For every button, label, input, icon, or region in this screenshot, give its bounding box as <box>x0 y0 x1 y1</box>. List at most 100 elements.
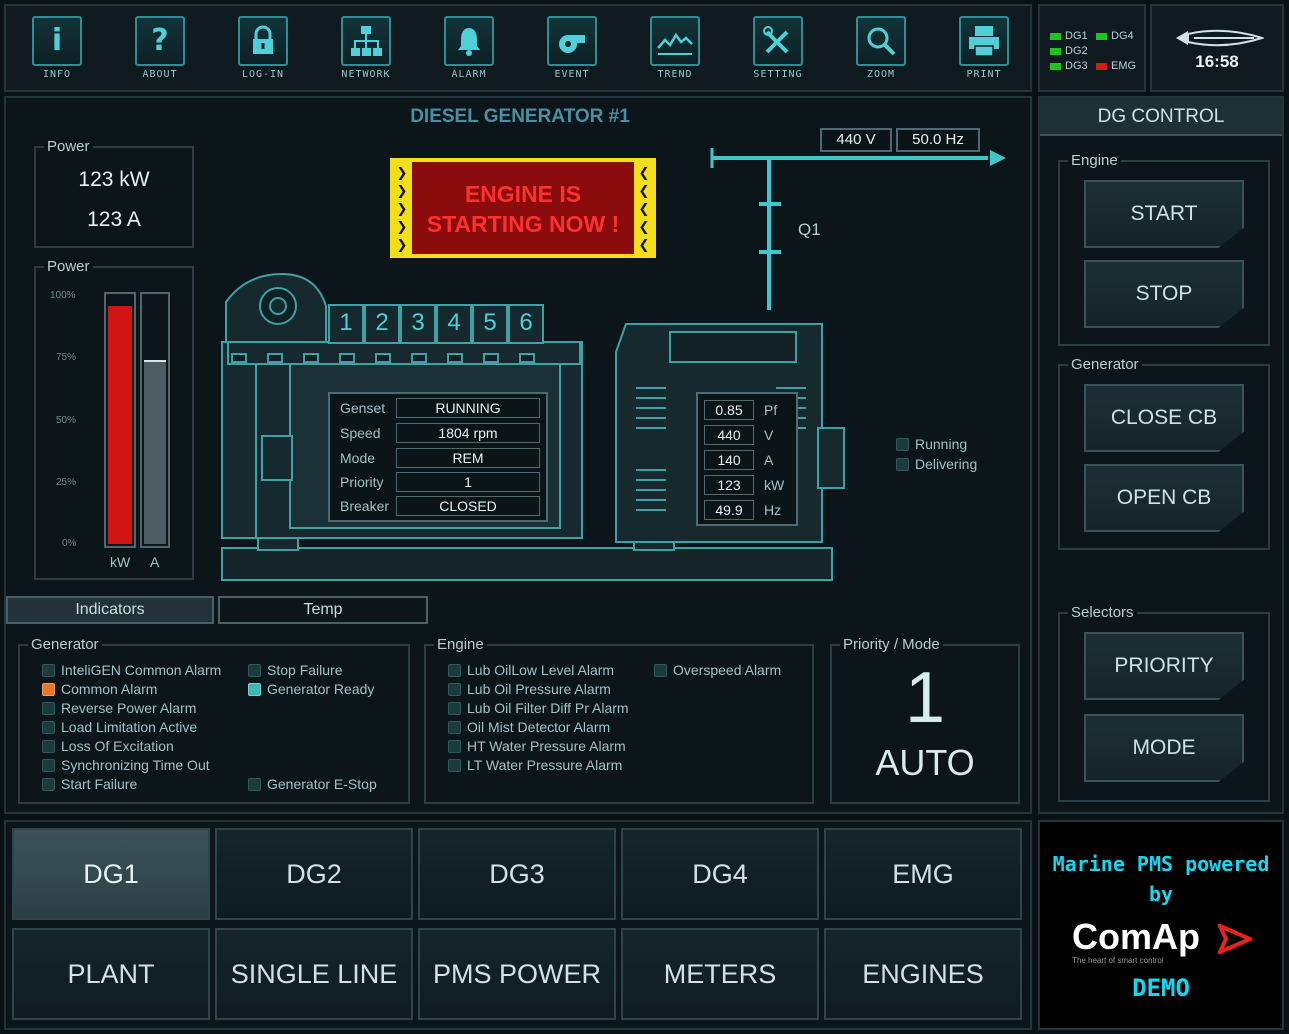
indicator-led-icon <box>248 663 261 677</box>
genset-value: RUNNING <box>396 398 540 418</box>
speed-label: Speed <box>340 425 381 441</box>
zoom-icon <box>856 16 906 66</box>
alarm-label: ALARM <box>451 69 487 80</box>
mode-value: REM <box>396 448 540 468</box>
close-cb-button[interactable]: CLOSE CB <box>1084 384 1244 452</box>
nav-pms-power[interactable]: PMS POWER <box>418 928 616 1020</box>
mode-button[interactable]: MODE <box>1084 714 1244 782</box>
engine-control-label: Engine <box>1068 152 1121 169</box>
nav-dg2[interactable]: DG2 <box>215 828 413 920</box>
generator-main-panel: DIESEL GENERATOR #1 Power 123 kW 123 A P… <box>4 96 1032 814</box>
indicator-item: Common Alarm <box>42 681 157 697</box>
selectors-group: Selectors PRIORITY MODE <box>1058 604 1270 802</box>
indicator-led-icon <box>42 720 55 734</box>
info-label: INFO <box>42 69 72 80</box>
trend-icon <box>650 16 700 66</box>
dg3-led-icon <box>1050 62 1061 70</box>
navigation-panel: DG1 DG2 DG3 DG4 EMG PLANT SINGLE LINE PM… <box>4 820 1032 1030</box>
network-button[interactable]: NETWORK <box>331 16 401 90</box>
setting-label: SETTING <box>753 69 803 80</box>
stop-button[interactable]: STOP <box>1084 260 1244 328</box>
event-button[interactable]: EVENT <box>537 16 607 90</box>
alarm-button[interactable]: ALARM <box>434 16 504 90</box>
running-led-icon <box>896 437 909 451</box>
indicator-item: Stop Failure <box>248 662 342 678</box>
nav-plant[interactable]: PLANT <box>12 928 210 1020</box>
nav-single-line[interactable]: SINGLE LINE <box>215 928 413 1020</box>
indicator-item: Synchronizing Time Out <box>42 757 210 773</box>
status-dg1: DG1 <box>1050 30 1088 42</box>
indicator-led-icon <box>448 682 461 696</box>
status-emg: EMG <box>1096 60 1136 72</box>
priority-mode-box: Priority / Mode 1 AUTO <box>830 636 1020 804</box>
clock-time: 16:58 <box>1195 52 1239 71</box>
whistle-icon <box>547 16 597 66</box>
status-dg2: DG2 <box>1050 45 1088 57</box>
indicator-item: Lub Oil Pressure Alarm <box>448 681 611 697</box>
breaker-label: Breaker <box>340 498 390 514</box>
engine-indicators-label: Engine <box>434 636 487 653</box>
dg-control-panel: DG CONTROL Engine START STOP Generator C… <box>1038 96 1284 814</box>
event-label: EVENT <box>554 69 590 80</box>
cylinder-3: 3 <box>400 304 436 344</box>
indicator-led-icon <box>42 682 55 696</box>
indicator-led-icon <box>42 777 55 791</box>
generator-indicators-label: Generator <box>28 636 102 653</box>
nav-meters[interactable]: METERS <box>621 928 819 1020</box>
print-label: PRINT <box>966 69 1002 80</box>
tab-indicators[interactable]: Indicators <box>6 596 214 624</box>
indicator-item: Generator E-Stop <box>248 776 377 792</box>
indicator-led-icon <box>42 701 55 715</box>
priority-mode-label: Priority / Mode <box>840 636 943 653</box>
selectors-label: Selectors <box>1068 604 1137 621</box>
nav-engines[interactable]: ENGINES <box>824 928 1022 1020</box>
breaker-value: CLOSED <box>396 496 540 516</box>
tab-temp[interactable]: Temp <box>218 596 428 624</box>
speed-value: 1804 rpm <box>396 423 540 443</box>
nav-emg[interactable]: EMG <box>824 828 1022 920</box>
info-button[interactable]: i INFO <box>22 16 92 90</box>
print-button[interactable]: PRINT <box>949 16 1019 90</box>
mode-value-display: AUTO <box>875 742 975 783</box>
cylinder-5: 5 <box>472 304 508 344</box>
nav-dg3[interactable]: DG3 <box>418 828 616 920</box>
tools-icon <box>753 16 803 66</box>
setting-button[interactable]: SETTING <box>743 16 813 90</box>
indicator-item: Loss Of Excitation <box>42 738 174 754</box>
nav-dg4[interactable]: DG4 <box>621 828 819 920</box>
indicator-led-icon <box>654 663 667 677</box>
status-dg4: DG4 <box>1096 30 1134 42</box>
demo-label: DEMO <box>1132 974 1190 1002</box>
current-unit: A <box>764 452 774 468</box>
engine-indicators: Engine Lub OilLow Level Alarm Lub Oil Pr… <box>424 636 814 804</box>
voltage-unit: V <box>764 427 774 443</box>
priority-button[interactable]: PRIORITY <box>1084 632 1244 700</box>
indicator-led-icon <box>42 739 55 753</box>
zoom-button[interactable]: ZOOM <box>846 16 916 90</box>
login-button[interactable]: LOG-IN <box>228 16 298 90</box>
emg-led-icon <box>1096 62 1107 70</box>
dg-status-panel: DG1 DG4 DG2 DG3 EMG <box>1038 4 1146 92</box>
network-label: NETWORK <box>341 69 391 80</box>
dg-control-title: DG CONTROL <box>1040 98 1282 136</box>
about-button[interactable]: ? ABOUT <box>125 16 195 90</box>
genset-info-table: Genset RUNNING Speed 1804 rpm Mode REM P… <box>328 392 548 522</box>
engine-control-group: Engine START STOP <box>1058 152 1270 346</box>
cylinder-4: 4 <box>436 304 472 344</box>
dg4-led-icon <box>1096 32 1107 40</box>
info-icon: i <box>32 16 82 66</box>
indicator-led-icon <box>42 663 55 677</box>
pf-value: 0.85 <box>704 400 754 420</box>
generator-indicators: Generator InteliGEN Common Alarm Common … <box>18 636 410 804</box>
pf-unit: Pf <box>764 402 778 418</box>
open-cb-button[interactable]: OPEN CB <box>1084 464 1244 532</box>
trend-button[interactable]: TREND <box>640 16 710 90</box>
generator-control-group: Generator CLOSE CB OPEN CB <box>1058 356 1270 550</box>
voltage-value: 440 <box>704 425 754 445</box>
start-button[interactable]: START <box>1084 180 1244 248</box>
hz-unit: Hz <box>764 502 782 518</box>
generator-control-label: Generator <box>1068 356 1142 373</box>
indicator-led-icon <box>448 739 461 753</box>
brand-panel: Marine PMS powered by ComAp The heart of… <box>1038 820 1284 1030</box>
nav-dg1[interactable]: DG1 <box>12 828 210 920</box>
